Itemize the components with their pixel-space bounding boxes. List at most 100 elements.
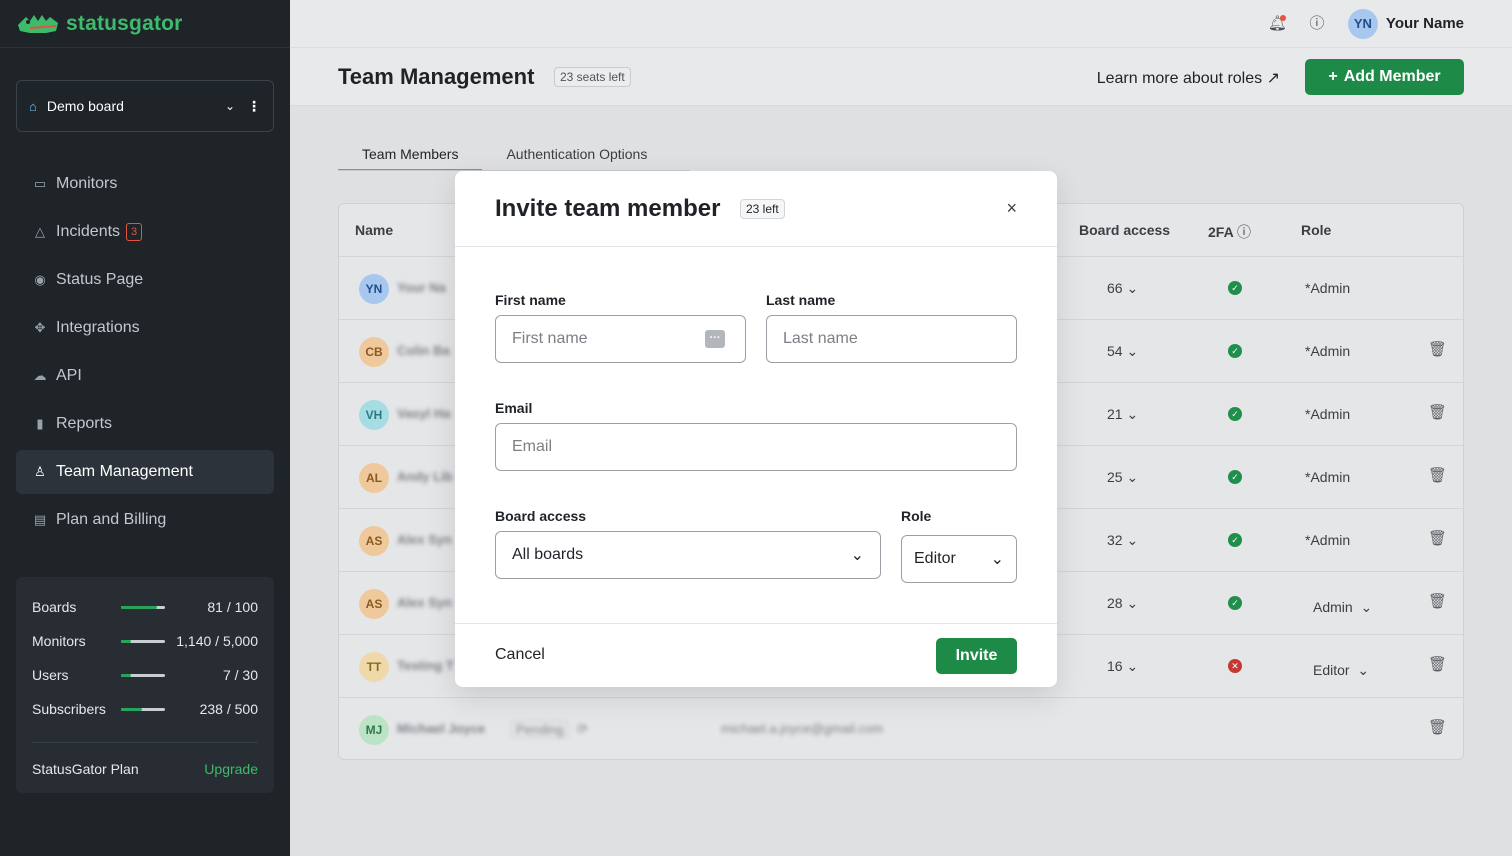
seats-left-badge: 23 seats left — [554, 67, 631, 87]
board-access-dropdown[interactable]: 32 ⌄ — [1107, 532, 1138, 549]
board-access-select[interactable]: All boards ⌄ — [495, 531, 881, 579]
x-circle-icon: ✕ — [1228, 659, 1242, 673]
external-link-icon: ↗ — [1266, 70, 1280, 87]
role-dropdown[interactable]: Admin ⌄ — [1313, 599, 1372, 616]
last-name-field[interactable]: Last name — [766, 315, 1017, 363]
seats-left-badge: 23 left — [740, 199, 785, 219]
member-name: Alex Syn — [397, 532, 452, 547]
usage-bar-fill — [121, 639, 132, 643]
usage-value: 7 / 30 — [222, 667, 258, 683]
bar-chart-icon: ▮ — [36, 416, 44, 431]
usage-value: 1,140 / 5,000 — [176, 633, 258, 649]
board-selector-label: Demo board — [46, 98, 124, 114]
board-access-count: 54 — [1107, 343, 1123, 359]
member-name: Alex Syn — [397, 595, 452, 610]
usage-value: 238 / 500 — [199, 701, 258, 717]
sidebar-item-label: Status Page — [56, 271, 144, 288]
sidebar-item-api[interactable]: ☁ API — [16, 354, 274, 398]
invite-button[interactable]: Invite — [936, 638, 1017, 674]
first-name-label: First name — [495, 292, 566, 308]
trash-icon[interactable]: 🗑︎ — [1428, 655, 1447, 673]
password-manager-icon[interactable]: ··· — [705, 330, 725, 348]
sidebar-item-label: Plan and Billing — [56, 511, 167, 528]
trash-icon[interactable]: 🗑︎ — [1428, 466, 1447, 484]
usage-label: Subscribers — [32, 701, 106, 717]
usage-value: 81 / 100 — [207, 599, 258, 615]
chevron-down-icon[interactable]: ⌄ — [225, 99, 235, 113]
email-field[interactable]: Email — [495, 423, 1017, 471]
role-label: Role — [901, 508, 932, 524]
credit-card-icon: ▤ — [33, 512, 47, 527]
board-access-count: 32 — [1107, 532, 1123, 548]
board-access-dropdown[interactable]: 66 ⌄ — [1107, 280, 1138, 297]
chevron-down-icon: ⌄ — [850, 547, 864, 564]
sidebar-item-plan-and-billing[interactable]: ▤ Plan and Billing — [16, 498, 274, 542]
trash-icon[interactable]: 🗑︎ — [1428, 340, 1447, 358]
first-name-field[interactable]: First name ··· — [495, 315, 746, 363]
board-access-dropdown[interactable]: 28 ⌄ — [1107, 595, 1138, 612]
brand-name: statusgator — [66, 11, 183, 35]
bell-icon[interactable]: 🔔︎ — [1268, 14, 1287, 33]
info-icon: ⓘ — [1237, 224, 1252, 240]
trash-icon[interactable]: 🗑︎ — [1428, 718, 1447, 736]
member-name: Your Na — [397, 280, 446, 295]
board-access-dropdown[interactable]: 16 ⌄ — [1107, 658, 1138, 675]
plus-icon: + — [1328, 68, 1338, 85]
board-access-dropdown[interactable]: 54 ⌄ — [1107, 343, 1138, 360]
check-circle-icon: ✓ — [1228, 470, 1242, 484]
check-circle-icon: ✓ — [1228, 281, 1242, 295]
column-header-2fa-label: 2FA — [1208, 224, 1234, 240]
notification-dot — [1279, 14, 1286, 21]
column-header-board-access: Board access — [1079, 222, 1171, 238]
trash-icon[interactable]: 🗑︎ — [1428, 403, 1447, 421]
avatar: CB — [359, 337, 389, 367]
board-access-count: 21 — [1107, 406, 1123, 422]
learn-more-roles-link[interactable]: Learn more about roles ↗ — [1097, 68, 1280, 88]
help-icon[interactable]: ⓘ — [1308, 15, 1326, 33]
user-menu[interactable]: YN Your Name — [1347, 8, 1464, 39]
board-access-dropdown[interactable]: 25 ⌄ — [1107, 469, 1138, 486]
sidebar-item-status-page[interactable]: ◉ Status Page — [16, 258, 274, 302]
add-member-button[interactable]: + Add Member — [1305, 59, 1464, 95]
sidebar-item-team-management[interactable]: ♙ Team Management — [16, 450, 274, 494]
monitor-icon: ▭ — [33, 176, 47, 191]
logo[interactable]: statusgator — [0, 0, 290, 48]
sidebar-nav: ▭ Monitors △ Incidents 3 ◉ Status Page ✥… — [16, 162, 274, 546]
cancel-button[interactable]: Cancel — [495, 646, 545, 664]
usage-label: Boards — [32, 599, 77, 615]
sidebar-item-integrations[interactable]: ✥ Integrations — [16, 306, 274, 350]
board-access-dropdown[interactable]: 21 ⌄ — [1107, 406, 1138, 423]
sidebar-item-label: Reports — [56, 415, 113, 432]
warning-icon: △ — [35, 224, 45, 239]
tabs: Team Members Authentication Options — [338, 142, 671, 171]
avatar: MJ — [359, 715, 389, 745]
role-select[interactable]: Editor ⌄ — [901, 535, 1017, 583]
member-email: michael.a.joyce@gmail.com — [721, 721, 884, 736]
tab-team-members[interactable]: Team Members — [338, 142, 483, 171]
sidebar-item-monitors[interactable]: ▭ Monitors — [16, 162, 274, 206]
sidebar-item-reports[interactable]: ▮ Reports — [16, 402, 274, 446]
close-icon[interactable]: × — [1006, 198, 1017, 219]
member-name: Testing T — [397, 658, 454, 673]
trash-icon[interactable]: 🗑︎ — [1428, 592, 1447, 610]
trash-icon[interactable]: 🗑︎ — [1428, 529, 1447, 547]
avatar: AS — [359, 589, 389, 619]
board-access-count: 28 — [1107, 595, 1123, 611]
kebab-menu-icon[interactable]: ⋮ — [247, 98, 261, 115]
upgrade-link[interactable]: Upgrade — [204, 761, 258, 777]
sidebar-item-label: API — [56, 367, 82, 384]
role-dropdown[interactable]: Editor ⌄ — [1313, 662, 1369, 679]
role-value: *Admin — [1305, 406, 1351, 422]
role-value: Editor — [1313, 662, 1350, 678]
modal-header: Invite team member 23 left × — [455, 171, 1057, 247]
sidebar-item-incidents[interactable]: △ Incidents 3 — [16, 210, 274, 254]
avatar: VH — [359, 400, 389, 430]
sidebar: statusgator ⌂ Demo board ⌄ ⋮ ▭ Monitors … — [0, 0, 290, 856]
tab-authentication-options[interactable]: Authentication Options — [482, 142, 671, 171]
check-circle-icon: ✓ — [1228, 344, 1242, 358]
role-value: Admin — [1313, 599, 1353, 615]
board-selector[interactable]: ⌂ Demo board ⌄ ⋮ — [16, 80, 274, 132]
home-icon: ⌂ — [29, 98, 37, 114]
usage-row-monitors: Monitors 1,140 / 5,000 — [32, 632, 258, 650]
resend-icon[interactable]: ⟳ — [577, 721, 588, 737]
